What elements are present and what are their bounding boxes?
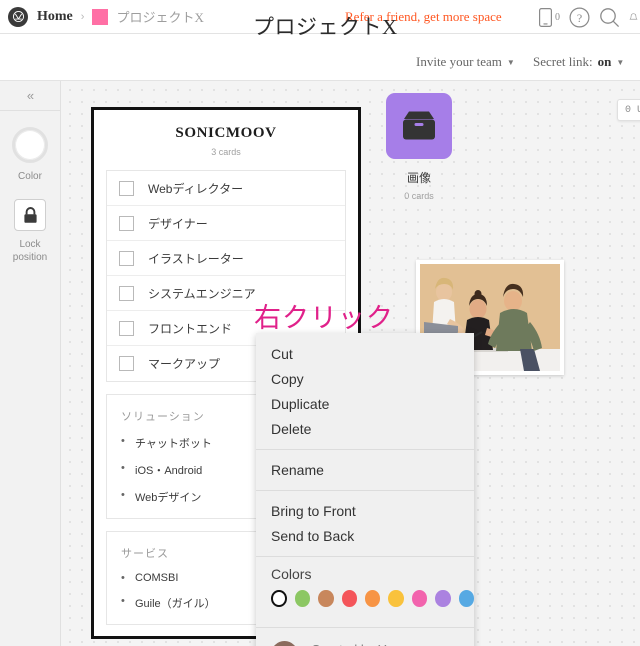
breadcrumb-separator: › xyxy=(80,10,85,23)
list-item-label: イラストレーター xyxy=(148,251,244,266)
context-menu[interactable]: Cut Copy Duplicate Delete Rename Bring t… xyxy=(256,333,475,646)
secret-link-label: Secret link: xyxy=(533,54,593,69)
color-swatch-blue[interactable] xyxy=(458,590,475,607)
svg-text:?: ? xyxy=(577,11,582,25)
list-item-label: Guile（ガイル） xyxy=(135,598,216,610)
context-menu-item-duplicate[interactable]: Duplicate xyxy=(256,391,474,416)
search-icon[interactable] xyxy=(599,7,620,28)
bullet-icon: • xyxy=(121,489,125,501)
list-item[interactable]: デザイナー xyxy=(107,206,345,241)
checkbox-icon[interactable] xyxy=(119,215,134,231)
context-menu-item-rename[interactable]: Rename xyxy=(256,457,474,482)
list-item-label: フロントエンド xyxy=(148,321,233,336)
mobile-device-icon[interactable]: 0 xyxy=(539,7,560,27)
milanote-logo-icon[interactable] xyxy=(8,6,28,27)
color-swatch-yellow[interactable] xyxy=(388,590,404,607)
created-by-row: Created by You 57 mins xyxy=(256,635,474,646)
secret-link-value: on xyxy=(597,54,612,69)
context-menu-item-delete[interactable]: Delete xyxy=(256,416,474,441)
folder-card-count: 0 cards xyxy=(404,191,434,201)
app-root: Home › プロジェクトX Refer a friend, get more … xyxy=(0,0,640,646)
color-swatch-purple[interactable] xyxy=(435,590,451,607)
collapse-rail-button[interactable]: « xyxy=(0,81,60,111)
checkbox-icon[interactable] xyxy=(119,285,134,301)
color-swatch-row xyxy=(256,590,475,619)
color-swatch-green[interactable] xyxy=(294,590,311,607)
mobile-device-count: 0 xyxy=(555,11,560,23)
invite-your-team-dropdown[interactable]: Invite your team ▼ xyxy=(416,54,515,70)
list-item[interactable]: システムエンジニア xyxy=(107,276,345,311)
bullet-icon: • xyxy=(121,595,125,607)
checkbox-icon[interactable] xyxy=(119,180,134,196)
bullet-icon: • xyxy=(121,572,125,584)
colors-section-label: Colors xyxy=(271,566,312,582)
color-tool-label: Color xyxy=(18,171,42,182)
list-item-label: マークアップ xyxy=(148,357,221,371)
menu-divider xyxy=(256,490,474,491)
lock-position-label: Lock position xyxy=(13,238,47,264)
invite-your-team-label: Invite your team xyxy=(416,54,502,69)
list-item[interactable]: イラストレーター xyxy=(107,241,345,276)
color-swatch-orange[interactable] xyxy=(365,590,381,607)
menu-divider xyxy=(256,556,474,557)
checkbox-icon[interactable] xyxy=(119,250,134,266)
breadcrumb-home-link[interactable]: Home xyxy=(37,9,73,25)
board-title: SONICMOOV xyxy=(175,125,277,141)
color-swatch-pink[interactable] xyxy=(411,590,428,607)
color-tool[interactable]: Color xyxy=(0,127,60,183)
checkbox-icon[interactable] xyxy=(119,320,134,336)
list-item-label: iOS・Android xyxy=(135,465,203,477)
menu-divider xyxy=(256,449,474,450)
secret-link-dropdown[interactable]: Secret link: on ▼ xyxy=(533,54,624,70)
bullet-icon: • xyxy=(121,462,125,474)
lock-position-label-line2: position xyxy=(12,252,48,263)
color-swatch-brown[interactable] xyxy=(318,590,334,607)
list-item[interactable]: Webディレクター xyxy=(107,171,345,206)
folder-card-images[interactable]: 画像 0 cards xyxy=(386,93,452,201)
breadcrumb-project-link[interactable]: プロジェクトX xyxy=(116,7,203,26)
context-menu-item-send-to-back[interactable]: Send to Back xyxy=(256,523,474,548)
created-by-label: Created by You xyxy=(311,641,400,646)
color-swatch-white[interactable] xyxy=(271,590,287,607)
lock-position-label-line1: Lock xyxy=(19,239,41,250)
board-card-count: 3 cards xyxy=(211,147,241,157)
list-item-label: デザイナー xyxy=(148,216,208,231)
color-swatch-red[interactable] xyxy=(341,590,357,607)
avatar xyxy=(271,641,298,646)
top-bar-icon-group: 0 ? xyxy=(539,0,640,34)
folder-name: 画像 xyxy=(406,171,431,185)
context-menu-item-cut[interactable]: Cut xyxy=(256,341,474,366)
notification-bell-icon[interactable] xyxy=(629,7,638,28)
list-item-label: Webディレクター xyxy=(148,181,244,196)
chevron-down-icon: ▼ xyxy=(616,57,625,67)
folder-box-icon xyxy=(403,111,435,140)
list-item-label: システムエンジニア xyxy=(148,286,256,301)
left-tool-rail: « Color Lock position xyxy=(0,81,61,646)
list-item-label: チャットボット xyxy=(135,438,212,450)
lock-icon xyxy=(14,199,46,231)
bullet-icon: • xyxy=(121,435,125,447)
list-item-label: COMSBI xyxy=(135,572,179,584)
chevron-down-icon: ▼ xyxy=(506,57,515,67)
color-ring-icon xyxy=(12,127,48,163)
page-title: プロジェクトX xyxy=(253,15,398,39)
canvas-right-chip[interactable]: 0 U xyxy=(617,99,640,121)
context-menu-item-copy[interactable]: Copy xyxy=(256,366,474,391)
folder-tile xyxy=(386,93,452,159)
breadcrumb-project-swatch xyxy=(92,8,109,25)
list-item-label: Webデザイン xyxy=(135,492,202,504)
menu-divider xyxy=(256,627,474,628)
lock-position-tool[interactable]: Lock position xyxy=(0,199,60,264)
board-canvas[interactable]: SONICMOOV 3 cards Webディレクター デザイナー イラストレー… xyxy=(61,81,640,646)
checkbox-icon[interactable] xyxy=(119,356,134,371)
context-menu-item-bring-to-front[interactable]: Bring to Front xyxy=(256,498,474,523)
help-question-icon[interactable]: ? xyxy=(569,7,590,28)
